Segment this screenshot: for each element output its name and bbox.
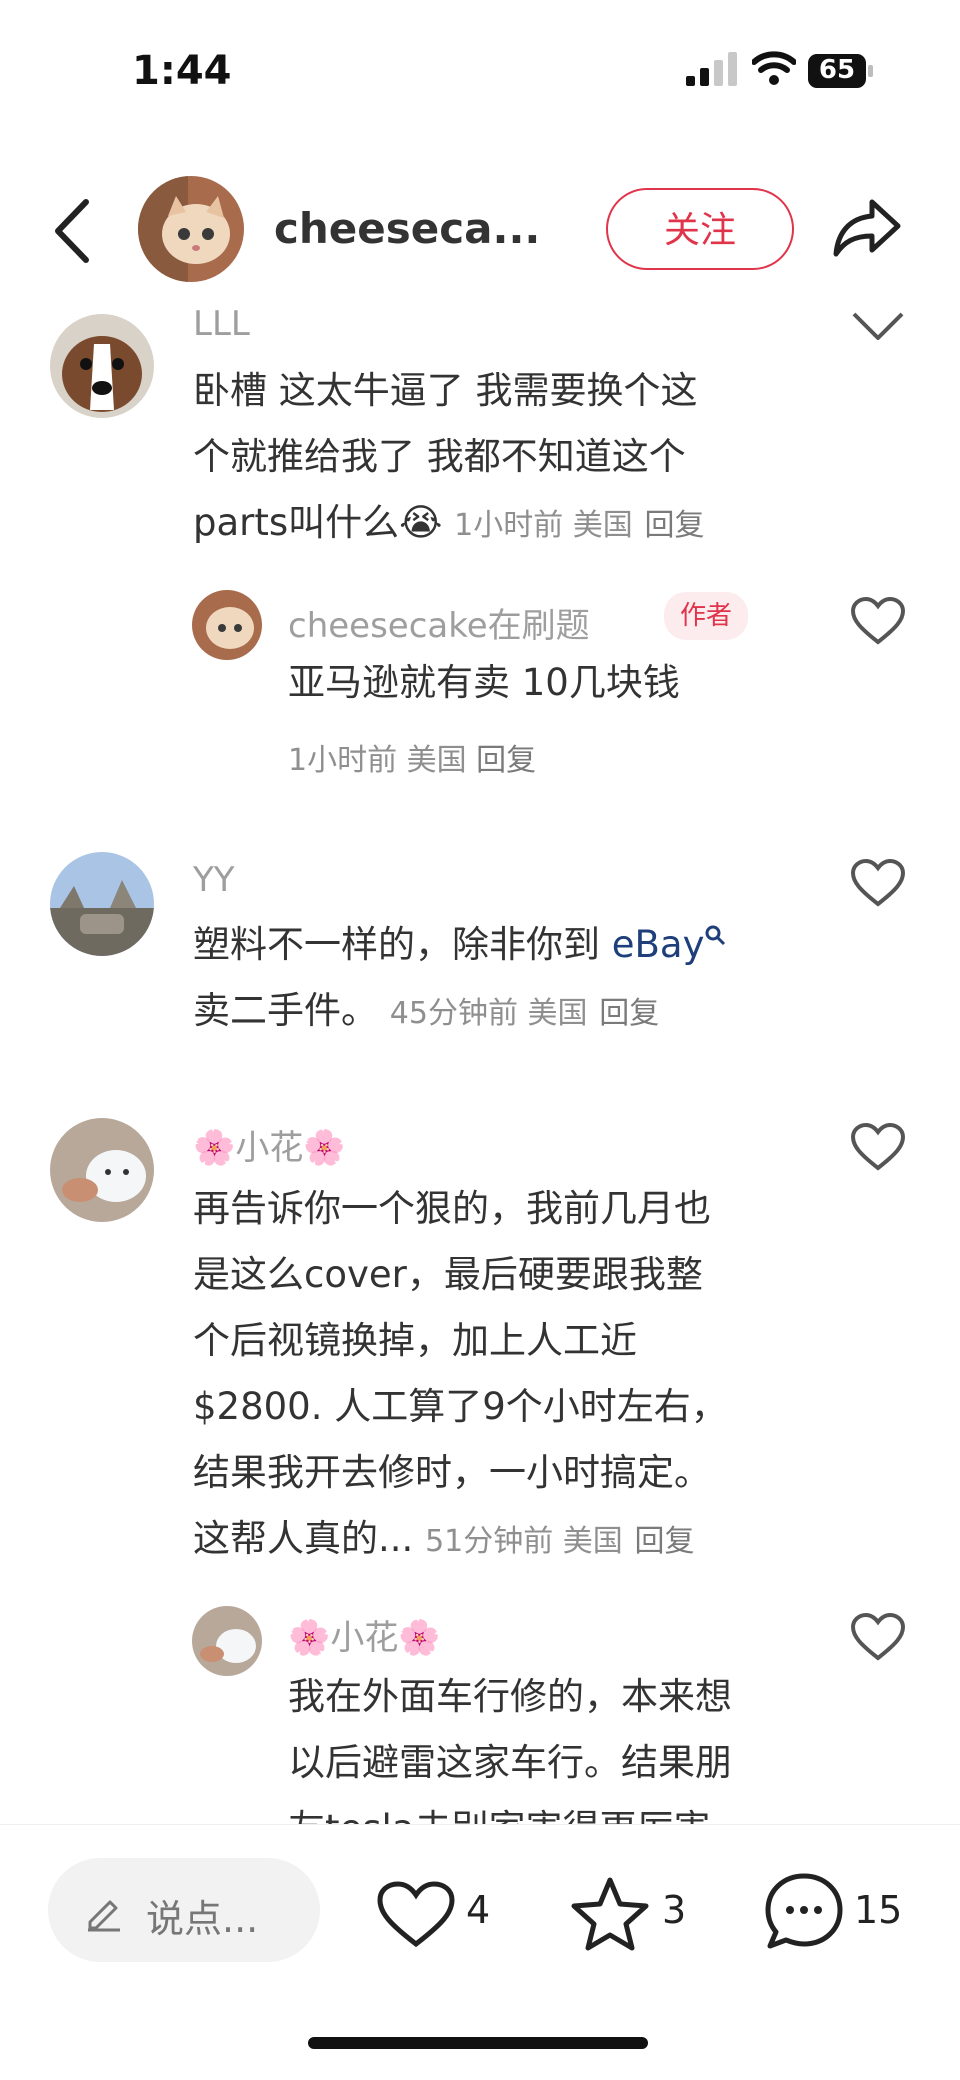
comment-text: 卧槽 这太牛逼了 我需要换个这 个就推给我了 我都不知道这个 parts叫什么😭… bbox=[193, 358, 833, 559]
comment-line: 再告诉你一个狠的，我前几月也 bbox=[193, 1187, 711, 1230]
comment-line: 结果我开去修时，一小时搞定。 bbox=[193, 1451, 711, 1494]
comment-meta: 1小时前 美国 bbox=[288, 743, 467, 778]
heart-icon[interactable] bbox=[850, 1122, 906, 1172]
comment-line: 我在外面车行修的，本来想 bbox=[288, 1675, 732, 1718]
comment-meta: 45分钟前 美国 bbox=[389, 996, 588, 1031]
commenter-avatar[interactable] bbox=[50, 852, 154, 956]
wifi-icon bbox=[752, 51, 796, 85]
comment-input-placeholder[interactable]: 说点... bbox=[146, 1888, 258, 1943]
commenter-avatar[interactable] bbox=[50, 314, 154, 418]
comment-bubble-icon[interactable] bbox=[764, 1872, 844, 1952]
comment-last-line: parts叫什么😭 1小时前 美国 回复 bbox=[193, 490, 833, 559]
heart-icon[interactable] bbox=[850, 858, 906, 908]
crying-emoji-icon: 😭 bbox=[399, 501, 443, 544]
heart-icon[interactable] bbox=[850, 304, 906, 354]
seal-avatar-icon bbox=[50, 1118, 154, 1222]
commenter-name[interactable]: LLL bbox=[193, 304, 250, 344]
comment-last-line: 卖二手件。 45分钟前 美国 回复 bbox=[193, 978, 833, 1047]
pencil-icon bbox=[88, 1900, 120, 1932]
cellular-signal-icon bbox=[686, 52, 737, 86]
ebay-link[interactable]: eBay bbox=[612, 923, 705, 966]
cat-avatar-icon bbox=[192, 590, 262, 660]
comment-line-text: 卖二手件。 bbox=[193, 989, 378, 1032]
cat-avatar-icon bbox=[138, 176, 244, 282]
comment-text: 亚马逊就有卖 10几块钱 bbox=[288, 661, 680, 704]
comment-line: 个就推给我了 我都不知道这个 bbox=[193, 435, 686, 478]
comment-meta: 51分钟前 美国 bbox=[425, 1524, 623, 1559]
commenter-avatar[interactable] bbox=[192, 1606, 262, 1676]
status-time: 1:44 bbox=[132, 48, 232, 94]
reply-button[interactable]: 回复 bbox=[635, 1524, 695, 1559]
share-icon[interactable] bbox=[832, 196, 902, 258]
comment-line: $2800. 人工算了9个小时左右， bbox=[193, 1385, 728, 1428]
commenter-name[interactable]: 🌸小花🌸 bbox=[193, 1120, 346, 1169]
like-count: 4 bbox=[466, 1888, 491, 1932]
commenter-name[interactable]: cheesecake在刷题 bbox=[288, 598, 590, 647]
search-icon[interactable] bbox=[704, 924, 726, 946]
comment-line: 个后视镜换掉，加上人工近 bbox=[193, 1319, 637, 1362]
comment-line: 塑料不一样的，除非你到 eBay bbox=[193, 912, 833, 978]
reply-button[interactable]: 回复 bbox=[599, 996, 659, 1031]
commenter-name[interactable]: YY bbox=[193, 860, 235, 900]
comment-count: 15 bbox=[854, 1888, 903, 1932]
back-icon[interactable] bbox=[52, 198, 92, 264]
reply-button[interactable]: 回复 bbox=[476, 743, 536, 778]
comment-line: 是这么cover，最后硬要跟我整 bbox=[193, 1253, 703, 1296]
header-username[interactable]: cheeseca... bbox=[274, 204, 540, 253]
reply-button[interactable]: 回复 bbox=[645, 508, 705, 543]
author-avatar[interactable] bbox=[138, 176, 244, 282]
seal-avatar-icon bbox=[192, 1606, 262, 1676]
home-indicator bbox=[308, 2037, 648, 2049]
comment-line-text: 塑料不一样的，除非你到 bbox=[193, 923, 612, 966]
comment-line: parts叫什么 bbox=[193, 501, 400, 544]
like-heart-icon[interactable] bbox=[376, 1880, 456, 1950]
comment-line: 卧槽 这太牛逼了 我需要换个这 bbox=[193, 369, 698, 412]
commenter-avatar[interactable] bbox=[50, 1118, 154, 1222]
comment-line: 以后避雷这家车行。结果朋 bbox=[288, 1741, 732, 1784]
heart-icon[interactable] bbox=[850, 1612, 906, 1662]
favorite-count: 3 bbox=[662, 1888, 687, 1932]
comment-text: 塑料不一样的，除非你到 eBay 卖二手件。 45分钟前 美国 回复 bbox=[193, 912, 833, 1047]
comment-meta: 1小时前 美国 bbox=[454, 508, 633, 543]
follow-button[interactable]: 关注 bbox=[606, 188, 794, 270]
heart-icon[interactable] bbox=[850, 596, 906, 646]
comment-last-line: 这帮人真的... 51分钟前 美国 回复 bbox=[193, 1506, 833, 1575]
author-reply-avatar[interactable] bbox=[192, 590, 262, 660]
comment-meta-row: 1小时前 美国 回复 bbox=[288, 735, 536, 779]
commenter-name[interactable]: 🌸小花🌸 bbox=[288, 1610, 441, 1659]
battery-indicator: 65 bbox=[808, 54, 874, 88]
landscape-avatar-icon bbox=[50, 852, 154, 956]
author-badge: 作者 bbox=[664, 592, 749, 640]
star-icon[interactable] bbox=[570, 1876, 650, 1952]
dog-avatar-icon bbox=[50, 314, 154, 418]
comment-text: 再告诉你一个狠的，我前几月也 是这么cover，最后硬要跟我整 个后视镜换掉，加… bbox=[193, 1176, 833, 1575]
battery-level: 65 bbox=[818, 55, 856, 85]
comment-line: 这帮人真的... bbox=[193, 1517, 414, 1560]
